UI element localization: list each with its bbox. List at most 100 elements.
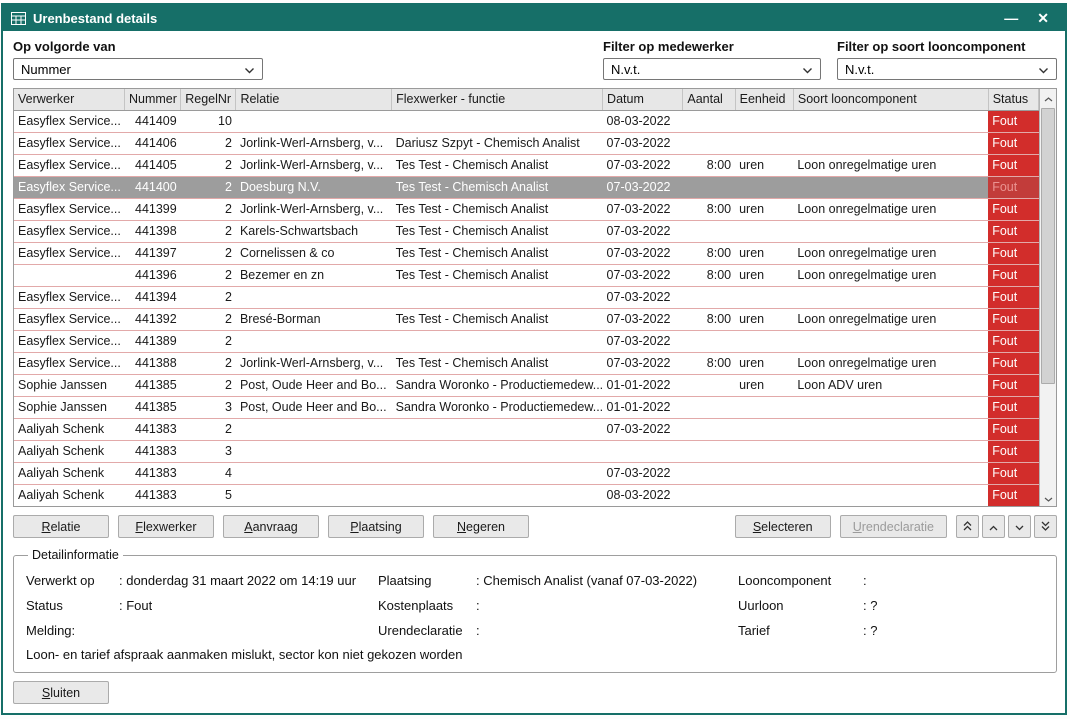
table-row[interactable]: Easyflex Service...4414091008-03-2022Fou… <box>14 110 1039 132</box>
column-header[interactable]: Aantal <box>683 89 735 110</box>
plaatsing-button[interactable]: Plaatsing <box>328 515 424 538</box>
column-header[interactable]: Nummer <box>124 89 180 110</box>
chevron-down-icon <box>802 62 813 77</box>
table-row[interactable]: Aaliyah Schenk4413833Fout <box>14 440 1039 462</box>
aanvraag-button[interactable]: Aanvraag <box>223 515 319 538</box>
table-row[interactable]: Easyflex Service...4413972Cornelissen & … <box>14 242 1039 264</box>
filter-spacer <box>279 39 587 80</box>
table-cell: Aaliyah Schenk <box>14 462 124 484</box>
minimize-button[interactable]: — <box>998 6 1024 30</box>
last-record-button[interactable] <box>1034 515 1057 538</box>
table-cell <box>735 176 793 198</box>
flexwerker-button[interactable]: Flexwerker <box>118 515 214 538</box>
filter-looncomponent-select[interactable]: N.v.t. <box>837 58 1057 80</box>
chevron-up-icon <box>1044 89 1053 107</box>
column-header[interactable]: Relatie <box>236 89 392 110</box>
table-cell: 2 <box>181 132 236 154</box>
table-row[interactable]: Easyflex Service...441389207-03-2022Fout <box>14 330 1039 352</box>
table-cell: 8:00 <box>683 264 735 286</box>
detail-error-message: Loon- en tarief afspraak aanmaken misluk… <box>26 647 1044 662</box>
column-header[interactable]: Verwerker <box>14 89 124 110</box>
table-row[interactable]: Sophie Janssen4413853Post, Oude Heer and… <box>14 396 1039 418</box>
titlebar: Urenbestand details — ✕ <box>3 5 1065 31</box>
status-badge: Fout <box>988 440 1038 462</box>
column-header[interactable]: Flexwerker - functie <box>392 89 603 110</box>
table-cell: Bezemer en zn <box>236 264 392 286</box>
table-cell: 441388 <box>124 352 180 374</box>
table-cell: uren <box>735 198 793 220</box>
scrollbar-up-button[interactable] <box>1040 89 1056 106</box>
table-cell: 8:00 <box>683 308 735 330</box>
sort-order-select[interactable]: Nummer <box>13 58 263 80</box>
table-row[interactable]: 4413962Bezemer en znTes Test - Chemisch … <box>14 264 1039 286</box>
detail-label-status: Status <box>26 598 119 613</box>
table-cell: 10 <box>181 110 236 132</box>
urendeclaratie-button[interactable]: Urendeclaratie <box>840 515 947 538</box>
table-cell: Aaliyah Schenk <box>14 418 124 440</box>
table-cell: Tes Test - Chemisch Analist <box>392 154 603 176</box>
status-badge: Fout <box>988 132 1038 154</box>
table-cell <box>392 110 603 132</box>
table-cell: Tes Test - Chemisch Analist <box>392 308 603 330</box>
table-row[interactable]: Easyflex Service...4413922Bresé-BormanTe… <box>14 308 1039 330</box>
detail-value-plaatsing: : Chemisch Analist (vanaf 07-03-2022) <box>476 573 697 588</box>
sort-order-value: Nummer <box>21 62 71 77</box>
negeren-button[interactable]: Negeren <box>433 515 529 538</box>
table-cell: Tes Test - Chemisch Analist <box>392 264 603 286</box>
selecteren-button[interactable]: Selecteren <box>735 515 831 538</box>
column-header[interactable]: Soort looncomponent <box>793 89 988 110</box>
table-cell <box>603 440 683 462</box>
detail-label-verwerkt-op: Verwerkt op <box>26 573 119 588</box>
table-cell: 441396 <box>124 264 180 286</box>
column-header[interactable]: Status <box>988 89 1038 110</box>
table-cell: 441398 <box>124 220 180 242</box>
table-cell: 441405 <box>124 154 180 176</box>
table-cell: 07-03-2022 <box>603 198 683 220</box>
table-row[interactable]: Aaliyah Schenk441383508-03-2022Fout <box>14 484 1039 506</box>
table-cell <box>683 484 735 506</box>
table-row[interactable]: Easyflex Service...4414052Jorlink-Werl-A… <box>14 154 1039 176</box>
detail-label-urendeclaratie: Urendeclaratie <box>378 623 476 638</box>
scrollbar-thumb[interactable] <box>1041 108 1055 384</box>
table-row[interactable]: Easyflex Service...4414002Doesburg N.V.T… <box>14 176 1039 198</box>
table-cell: Doesburg N.V. <box>236 176 392 198</box>
relatie-button[interactable]: Relatie <box>13 515 109 538</box>
first-record-button[interactable] <box>956 515 979 538</box>
previous-record-button[interactable] <box>982 515 1005 538</box>
scrollbar-track[interactable] <box>1040 106 1056 489</box>
table-cell: Easyflex Service... <box>14 330 124 352</box>
table-cell: 2 <box>181 308 236 330</box>
table-cell: 07-03-2022 <box>603 264 683 286</box>
column-header[interactable]: RegelNr <box>181 89 236 110</box>
filter-medewerker-select[interactable]: N.v.t. <box>603 58 821 80</box>
table-cell: Aaliyah Schenk <box>14 484 124 506</box>
table-row[interactable]: Aaliyah Schenk441383207-03-2022Fout <box>14 418 1039 440</box>
table-row[interactable]: Easyflex Service...441394207-03-2022Fout <box>14 286 1039 308</box>
sluiten-button[interactable]: Sluiten <box>13 681 109 704</box>
table-cell <box>683 396 735 418</box>
table-row[interactable]: Sophie Janssen4413852Post, Oude Heer and… <box>14 374 1039 396</box>
table-row[interactable]: Easyflex Service...4413882Jorlink-Werl-A… <box>14 352 1039 374</box>
status-badge: Fout <box>988 374 1038 396</box>
table-cell <box>793 440 988 462</box>
table-cell: Post, Oude Heer and Bo... <box>236 396 392 418</box>
table-cell: 2 <box>181 374 236 396</box>
detail-label-melding: Melding: <box>26 623 119 638</box>
column-header[interactable]: Eenheid <box>735 89 793 110</box>
table-row[interactable]: Easyflex Service...4413982Karels-Schwart… <box>14 220 1039 242</box>
table-row[interactable]: Easyflex Service...4413992Jorlink-Werl-A… <box>14 198 1039 220</box>
scrollbar-down-button[interactable] <box>1040 489 1056 506</box>
table-cell: Loon onregelmatige uren <box>793 154 988 176</box>
table-cell: Jorlink-Werl-Arnsberg, v... <box>236 198 392 220</box>
close-button[interactable]: ✕ <box>1031 6 1055 30</box>
status-badge: Fout <box>988 220 1038 242</box>
table-row[interactable]: Easyflex Service...4414062Jorlink-Werl-A… <box>14 132 1039 154</box>
table-cell: Easyflex Service... <box>14 286 124 308</box>
table-cell: 07-03-2022 <box>603 176 683 198</box>
table-row[interactable]: Aaliyah Schenk441383407-03-2022Fout <box>14 462 1039 484</box>
next-record-button[interactable] <box>1008 515 1031 538</box>
table-cell: 4 <box>181 462 236 484</box>
table-cell: 441400 <box>124 176 180 198</box>
vertical-scrollbar[interactable] <box>1039 89 1056 506</box>
column-header[interactable]: Datum <box>603 89 683 110</box>
